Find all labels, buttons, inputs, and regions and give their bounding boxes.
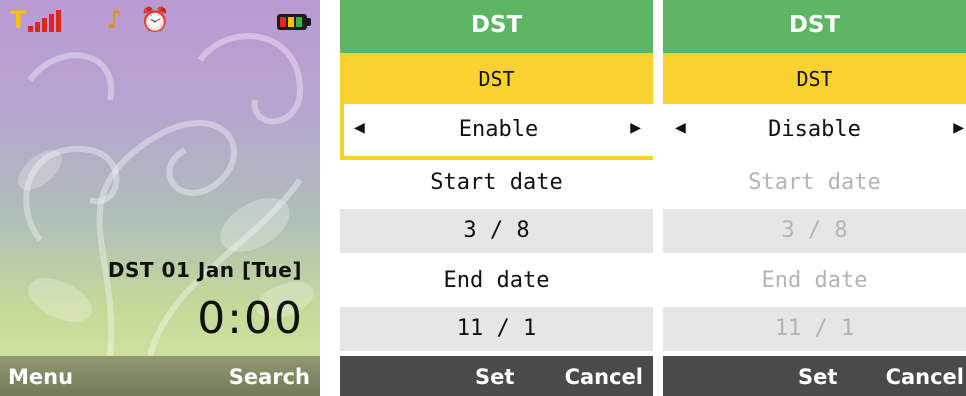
title-bar: DST bbox=[340, 0, 653, 53]
alarm-icon: ⏰ bbox=[140, 6, 170, 34]
dst-settings-screen-enabled: DST DST ◀ Enable ▶ Start date 3 / 8 End … bbox=[340, 0, 653, 396]
arrow-right-icon[interactable]: ▶ bbox=[953, 120, 964, 136]
cancel-softkey[interactable]: Cancel bbox=[886, 364, 964, 390]
start-date-label: Start date bbox=[430, 170, 563, 195]
end-date-field[interactable]: 11 / 1 bbox=[340, 307, 653, 351]
signal-icon: T bbox=[10, 8, 70, 38]
music-icon: ♪ bbox=[106, 5, 123, 35]
menu-softkey[interactable]: Menu bbox=[8, 364, 73, 390]
status-bar: T ♪ ⏰ bbox=[0, 0, 320, 40]
softkey-bar: Set Cancel bbox=[663, 356, 966, 396]
section-label: DST bbox=[796, 67, 833, 91]
dst-selector-value: Disable bbox=[768, 117, 861, 142]
dst-settings-screen-disabled: DST DST ◀ Disable ▶ Start date 3 / 8 End… bbox=[663, 0, 966, 396]
section-label: DST bbox=[478, 67, 515, 91]
start-date-field: 3 / 8 bbox=[663, 209, 966, 253]
softkey-bar: Menu Search bbox=[0, 356, 320, 396]
set-softkey[interactable]: Set bbox=[475, 364, 514, 390]
softkey-bar: Set Cancel bbox=[340, 356, 653, 396]
dst-selector[interactable]: ◀ Disable ▶ bbox=[663, 104, 966, 156]
section-header: DST bbox=[340, 53, 653, 104]
set-softkey[interactable]: Set bbox=[798, 364, 837, 390]
end-date-label: End date bbox=[761, 268, 868, 293]
clock-display: 0:00 bbox=[197, 293, 304, 344]
date-display: DST 01 Jan [Tue] bbox=[107, 258, 302, 282]
section-header: DST bbox=[663, 53, 966, 104]
page-title: DST bbox=[470, 12, 523, 38]
page-title: DST bbox=[788, 12, 841, 38]
end-date-field: 11 / 1 bbox=[663, 307, 966, 351]
end-date-label: End date bbox=[443, 268, 550, 293]
search-softkey[interactable]: Search bbox=[229, 364, 310, 390]
start-date-label: Start date bbox=[748, 170, 881, 195]
dst-selector-value: Enable bbox=[458, 117, 539, 142]
start-date-field[interactable]: 3 / 8 bbox=[340, 209, 653, 253]
title-bar: DST bbox=[663, 0, 966, 53]
arrow-right-icon[interactable]: ▶ bbox=[630, 120, 641, 136]
dst-selector[interactable]: ◀ Enable ▶ bbox=[340, 104, 653, 160]
home-screen: T ♪ ⏰ DST 01 Jan [Tue] 0:00 Menu Search bbox=[0, 0, 320, 396]
battery-icon bbox=[277, 14, 311, 30]
cancel-softkey[interactable]: Cancel bbox=[565, 364, 643, 390]
